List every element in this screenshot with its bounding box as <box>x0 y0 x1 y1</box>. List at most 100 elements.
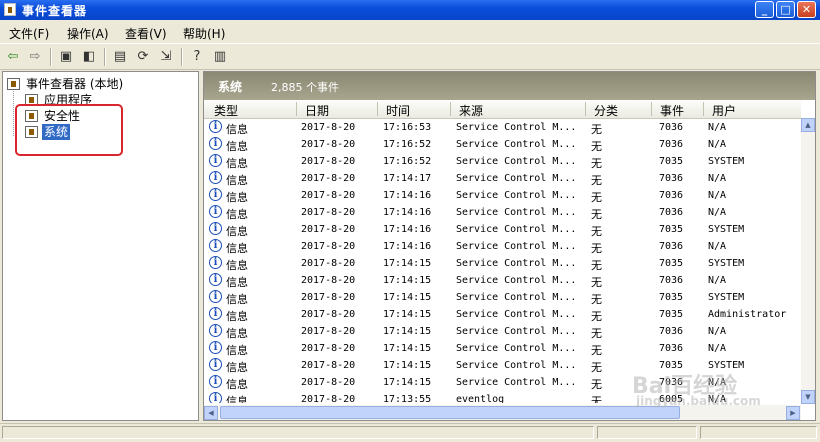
table-row[interactable]: i 信息 2017-8-20 17:16:53 Service Control M...… <box>204 119 801 136</box>
table-row[interactable]: i 信息 2017-8-20 17:16:52 Service Control M...… <box>204 136 801 153</box>
cell-event: 7036 <box>659 122 684 133</box>
column-divider[interactable] <box>296 102 297 116</box>
help-button[interactable]: ? <box>188 48 206 66</box>
cell-user: SYSTEM <box>708 292 745 303</box>
cell-source: Service Control M... <box>456 224 577 235</box>
info-icon: i <box>209 205 222 218</box>
cell-category: 无 <box>591 208 602 221</box>
properties-button[interactable]: ▤ <box>111 48 129 66</box>
cell-event: 7035 <box>659 258 684 269</box>
column-event[interactable]: 事件 <box>660 102 684 119</box>
table-row[interactable]: i 信息 2017-8-20 17:14:15 Service Control M...… <box>204 289 801 306</box>
column-divider[interactable] <box>377 102 378 116</box>
cell-category: 无 <box>591 327 602 340</box>
table-row[interactable]: i 信息 2017-8-20 17:14:15 Service Control M...… <box>204 306 801 323</box>
column-divider[interactable] <box>585 102 586 116</box>
table-row[interactable]: i 信息 2017-8-20 17:14:16 Service Control M...… <box>204 187 801 204</box>
cell-source: Service Control M... <box>456 122 577 133</box>
event-count: 2,885 个事件 <box>271 81 339 94</box>
table-row[interactable]: i 信息 2017-8-20 17:14:15 Service Control M...… <box>204 272 801 289</box>
menu-file[interactable]: 文件(F) <box>9 25 49 42</box>
cell-event: 7035 <box>659 224 684 235</box>
refresh-icon: ⟳ <box>137 49 149 64</box>
cell-source: Service Control M... <box>456 173 577 184</box>
menu-bar: 文件(F) 操作(A) 查看(V) 帮助(H) <box>0 20 820 42</box>
export-list-button[interactable]: ⇲ <box>157 48 175 66</box>
column-source[interactable]: 来源 <box>459 102 483 119</box>
table-row[interactable]: i 信息 2017-8-20 17:14:15 Service Control M...… <box>204 323 801 340</box>
cell-category: 无 <box>591 361 602 374</box>
column-time[interactable]: 时间 <box>386 102 410 119</box>
cell-type: 信息 <box>226 259 248 272</box>
cell-type: 信息 <box>226 225 248 238</box>
tree-root-label: 事件查看器 (本地) <box>26 77 124 91</box>
menu-action[interactable]: 操作(A) <box>67 25 109 42</box>
up-button[interactable]: ▣ <box>57 48 75 66</box>
folder-up-icon: ▣ <box>59 49 73 64</box>
export-icon: ⇲ <box>160 49 172 64</box>
cell-type: 信息 <box>226 310 248 323</box>
status-bar <box>0 423 820 442</box>
scroll-right-button[interactable]: ▶ <box>786 406 800 420</box>
cell-user: Administrator <box>708 309 787 320</box>
table-row[interactable]: i 信息 2017-8-20 17:14:16 Service Control M...… <box>204 238 801 255</box>
arrow-right-icon: ▶ <box>790 409 796 417</box>
scroll-left-button[interactable]: ◀ <box>204 406 218 420</box>
cell-date: 2017-8-20 <box>301 343 356 354</box>
cell-type: 信息 <box>226 378 248 391</box>
cell-category: 无 <box>591 378 602 391</box>
cell-time: 17:14:15 <box>383 275 432 286</box>
close-button[interactable]: ✕ <box>797 1 816 18</box>
column-divider[interactable] <box>651 102 652 116</box>
table-row[interactable]: i 信息 2017-8-20 17:14:16 Service Control M...… <box>204 221 801 238</box>
scroll-up-button[interactable]: ▲ <box>801 118 815 132</box>
cell-event: 7035 <box>659 156 684 167</box>
title-bar[interactable]: 事件查看器 _ □ ✕ <box>0 0 820 20</box>
column-user[interactable]: 用户 <box>712 102 736 119</box>
menu-view[interactable]: 查看(V) <box>125 25 167 42</box>
cell-date: 2017-8-20 <box>301 156 356 167</box>
menu-help[interactable]: 帮助(H) <box>183 25 225 42</box>
cell-category: 无 <box>591 123 602 136</box>
arrow-right-icon: ⇨ <box>29 49 41 64</box>
vertical-scrollbar[interactable]: ▲ ▼ <box>801 118 815 404</box>
minimize-button[interactable]: _ <box>755 1 774 18</box>
cell-event: 7036 <box>659 241 684 252</box>
horizontal-scroll-thumb[interactable] <box>220 406 680 419</box>
column-date[interactable]: 日期 <box>305 102 329 119</box>
console-button[interactable]: ▥ <box>211 48 229 66</box>
column-header: 类型 日期 时间 来源 分类 事件 用户 <box>204 100 801 119</box>
table-row[interactable]: i 信息 2017-8-20 17:14:15 Service Control M...… <box>204 340 801 357</box>
refresh-button[interactable]: ⟳ <box>134 48 152 66</box>
column-category[interactable]: 分类 <box>594 102 618 119</box>
column-divider[interactable] <box>703 102 704 116</box>
cell-user: N/A <box>708 343 727 354</box>
cell-category: 无 <box>591 259 602 272</box>
cell-source: Service Control M... <box>456 275 577 286</box>
cell-date: 2017-8-20 <box>301 394 356 403</box>
show-hide-tree-button[interactable]: ◧ <box>80 48 98 66</box>
table-row[interactable]: i 信息 2017-8-20 17:16:52 Service Control M...… <box>204 153 801 170</box>
cell-event: 7036 <box>659 139 684 150</box>
maximize-button[interactable]: □ <box>776 1 795 18</box>
cell-user: N/A <box>708 241 727 252</box>
cell-category: 无 <box>591 191 602 204</box>
event-viewer-icon <box>7 78 20 90</box>
watermark-url: jingyan.baidu.com <box>636 394 761 408</box>
table-row[interactable]: i 信息 2017-8-20 17:14:17 Service Control M...… <box>204 170 801 187</box>
cell-time: 17:13:55 <box>383 394 432 403</box>
table-row[interactable]: i 信息 2017-8-20 17:14:16 Service Control M...… <box>204 204 801 221</box>
cell-type: 信息 <box>226 344 248 357</box>
back-button[interactable]: ⇦ <box>4 48 22 66</box>
cell-type: 信息 <box>226 191 248 204</box>
column-type[interactable]: 类型 <box>214 102 238 119</box>
cell-event: 7036 <box>659 207 684 218</box>
info-icon: i <box>209 290 222 303</box>
forward-button[interactable]: ⇨ <box>26 48 44 66</box>
cell-user: N/A <box>708 173 727 184</box>
table-row[interactable]: i 信息 2017-8-20 17:14:15 Service Control M...… <box>204 255 801 272</box>
cell-date: 2017-8-20 <box>301 190 356 201</box>
column-divider[interactable] <box>450 102 451 116</box>
scroll-down-button[interactable]: ▼ <box>801 390 815 404</box>
cell-date: 2017-8-20 <box>301 241 356 252</box>
